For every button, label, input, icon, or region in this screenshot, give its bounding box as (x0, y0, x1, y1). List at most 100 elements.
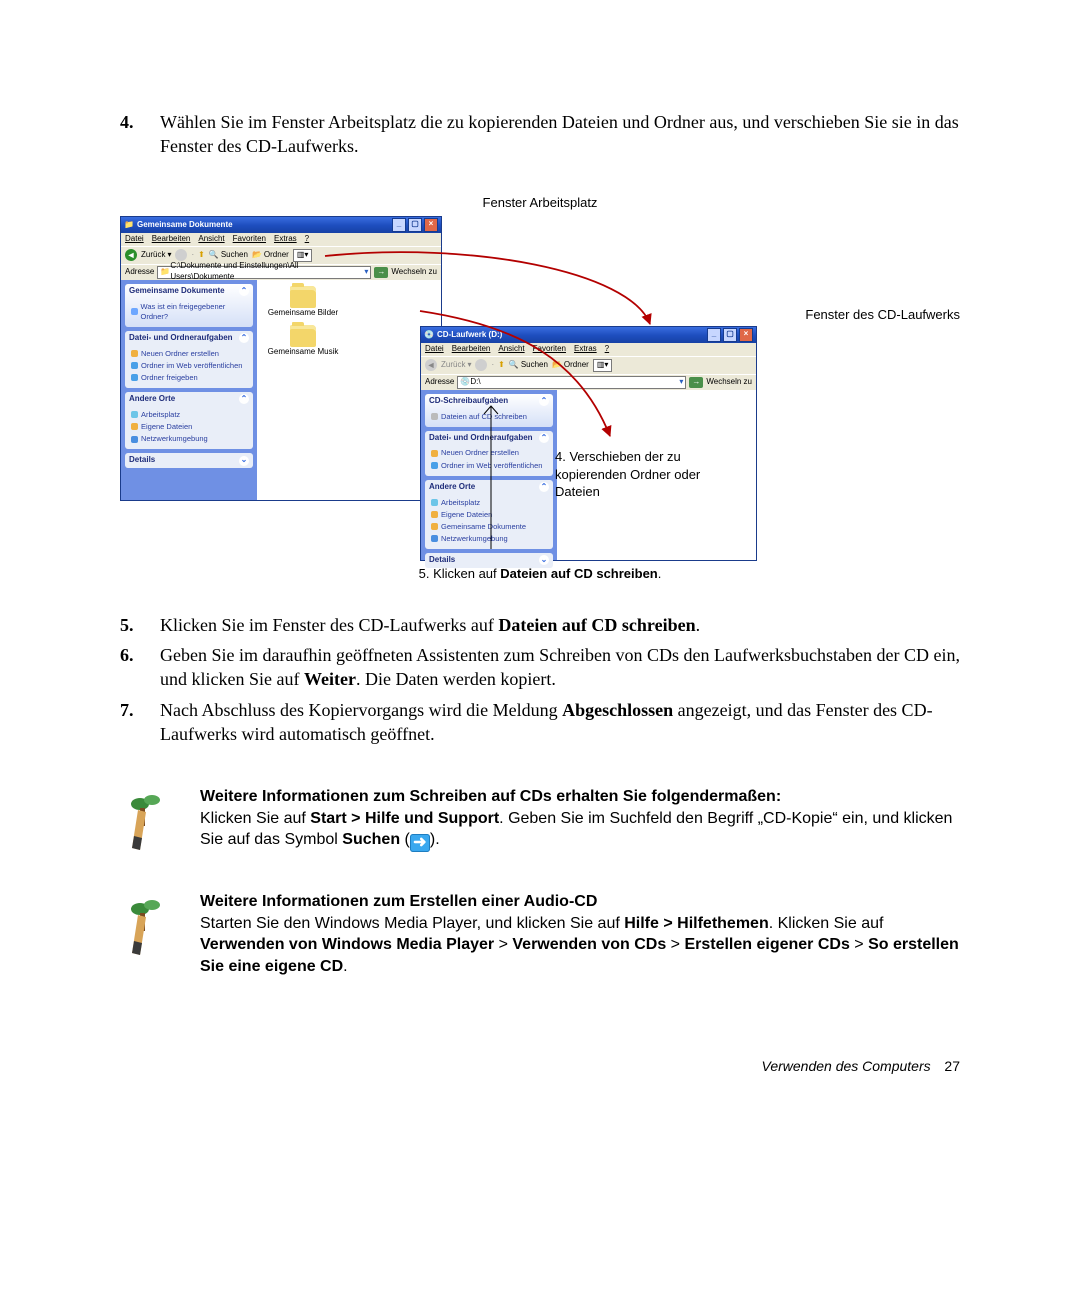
link-label: Ordner freigeben (141, 373, 198, 383)
task-link[interactable]: Neuen Ordner erstellen (131, 348, 247, 360)
ordered-steps-a: 4.Wählen Sie im Fenster Arbeitsplatz die… (120, 110, 960, 159)
task-link[interactable]: Was ist ein freigegebener Ordner? (131, 301, 247, 323)
folders-button[interactable]: 📂 Ordner (552, 360, 589, 371)
tip-icon (120, 891, 174, 955)
collapse-icon[interactable]: ⌃ (239, 286, 249, 296)
collapse-icon[interactable]: ⌃ (539, 396, 549, 406)
go-button[interactable]: → (374, 267, 388, 278)
menu-item[interactable]: Extras (274, 234, 297, 245)
menu-item[interactable]: Bearbeiten (452, 344, 491, 355)
close-button[interactable]: × (424, 218, 438, 232)
folders-button[interactable]: 📂 Ordner (252, 250, 289, 261)
menu-item[interactable]: Favoriten (233, 234, 266, 245)
window2-title: CD-Laufwerk (D:) (437, 330, 502, 341)
folder-icon (290, 286, 316, 308)
link-icon (431, 499, 438, 506)
collapse-icon[interactable]: ⌃ (539, 433, 549, 443)
minimize-button[interactable]: _ (392, 218, 406, 232)
tip-block: Weitere Informationen zum Erstellen eine… (120, 891, 960, 977)
menu-item[interactable]: Ansicht (198, 234, 224, 245)
task-link[interactable]: Netzwerkumgebung (431, 533, 547, 545)
window1-address-bar[interactable]: Adresse 📁C:\Dokumente und Einstellungen\… (121, 264, 441, 280)
search-button[interactable]: 🔍 Suchen (509, 360, 548, 371)
maximize-button[interactable]: ▢ (408, 218, 422, 232)
side-block-title: Andere Orte (429, 482, 475, 493)
task-link[interactable]: Gemeinsame Dokumente (431, 521, 547, 533)
tip-body: Weitere Informationen zum Erstellen eine… (200, 891, 960, 977)
go-label: Wechseln zu (391, 267, 437, 278)
folder-icon (290, 325, 316, 347)
link-label: Eigene Dateien (441, 510, 492, 520)
task-link[interactable]: Eigene Dateien (431, 509, 547, 521)
collapse-icon[interactable]: ⌃ (239, 394, 249, 404)
back-icon[interactable]: ◄ (125, 249, 137, 261)
go-button[interactable]: → (689, 377, 703, 388)
address-field[interactable]: 📁C:\Dokumente und Einstellungen\All User… (157, 266, 371, 279)
folder-item[interactable]: Gemeinsame Musik (263, 325, 343, 358)
tip-heading: Weitere Informationen zum Erstellen eine… (200, 891, 960, 913)
window1-items: Gemeinsame Bilder Gemeinsame Musik (257, 280, 441, 500)
collapse-icon[interactable]: ⌃ (239, 333, 249, 343)
ordered-steps-b: 5.Klicken Sie im Fenster des CD-Laufwerk… (120, 613, 960, 746)
task-link[interactable]: Eigene Dateien (131, 421, 247, 433)
window2-toolbar[interactable]: ◄ Zurück ▾ · ⬆ 🔍 Suchen 📂 Ordner ▥▾ (421, 356, 756, 374)
menu-item[interactable]: Favoriten (533, 344, 566, 355)
step-item: 5.Klicken Sie im Fenster des CD-Laufwerk… (120, 613, 960, 637)
link-icon (131, 350, 138, 357)
link-icon (431, 462, 438, 469)
up-icon[interactable]: ⬆ (498, 360, 505, 371)
menu-item[interactable]: Datei (125, 234, 144, 245)
expand-icon[interactable]: ⌄ (239, 456, 249, 466)
back-button[interactable]: Zurück ▾ (141, 250, 171, 261)
maximize-button[interactable]: ▢ (723, 328, 737, 342)
menu-item[interactable]: ? (605, 344, 609, 355)
up-icon[interactable]: ⬆ (198, 250, 205, 261)
close-button[interactable]: × (739, 328, 753, 342)
tip-icon (120, 786, 174, 850)
collapse-icon[interactable]: ⌃ (539, 482, 549, 492)
task-link[interactable]: Arbeitsplatz (431, 497, 547, 509)
task-link[interactable]: Ordner im Web veröffentlichen (131, 360, 247, 372)
window1-menu-bar[interactable]: Datei Bearbeiten Ansicht Favoriten Extras? (121, 233, 441, 246)
search-button[interactable]: 🔍 Suchen (209, 250, 248, 261)
address-field[interactable]: 💿D:\ ▾ (457, 376, 686, 389)
menu-item[interactable]: Bearbeiten (152, 234, 191, 245)
figure-caption-top: Fenster Arbeitsplatz (120, 194, 960, 212)
link-label: Eigene Dateien (141, 422, 192, 432)
window2-menu-bar[interactable]: Datei Bearbeiten Ansicht Favoriten Extras? (421, 343, 756, 356)
views-button[interactable]: ▥▾ (593, 359, 613, 372)
forward-icon (475, 359, 487, 371)
task-link[interactable]: Neuen Ordner erstellen (431, 447, 547, 459)
views-button[interactable]: ▥▾ (293, 249, 313, 262)
forward-icon[interactable] (175, 249, 187, 261)
expand-icon[interactable]: ⌄ (539, 555, 549, 565)
window1-title-bar: 📁 Gemeinsame Dokumente _ ▢ × (121, 217, 441, 233)
menu-item[interactable]: ? (305, 234, 309, 245)
window1-title: Gemeinsame Dokumente (137, 220, 233, 231)
link-label: Neuen Ordner erstellen (141, 349, 219, 359)
task-link[interactable]: Dateien auf CD schreiben (431, 411, 547, 423)
minimize-button[interactable]: _ (707, 328, 721, 342)
link-label: Gemeinsame Dokumente (441, 522, 526, 532)
link-icon (431, 511, 438, 518)
tip-text: Klicken Sie auf Start > Hilfe und Suppor… (200, 808, 960, 851)
task-link[interactable]: Ordner freigeben (131, 372, 247, 384)
figure: Fenster Arbeitsplatz 📁 Gemeinsame Dokume… (120, 194, 960, 583)
link-icon (131, 362, 138, 369)
link-label: Netzwerkumgebung (441, 534, 508, 544)
task-link[interactable]: Netzwerkumgebung (131, 433, 247, 445)
folder-item[interactable]: Gemeinsame Bilder (263, 286, 343, 319)
step-number: 7. (120, 698, 160, 747)
menu-item[interactable]: Extras (574, 344, 597, 355)
step-item: 4.Wählen Sie im Fenster Arbeitsplatz die… (120, 110, 960, 159)
menu-item[interactable]: Datei (425, 344, 444, 355)
task-link[interactable]: Ordner im Web veröffentlichen (431, 460, 547, 472)
page-footer: Verwenden des Computers 27 (120, 1057, 960, 1076)
link-label: Netzwerkumgebung (141, 434, 208, 444)
task-link[interactable]: Arbeitsplatz (131, 409, 247, 421)
window2-side-panel: CD-Schreibaufgaben ⌃ Dateien auf CD schr… (421, 390, 557, 560)
step-text: Wählen Sie im Fenster Arbeitsplatz die z… (160, 110, 960, 159)
folder-label: Gemeinsame Bilder (268, 308, 338, 319)
menu-item[interactable]: Ansicht (498, 344, 524, 355)
window2-address-bar[interactable]: Adresse 💿D:\ ▾ → Wechseln zu (421, 374, 756, 390)
